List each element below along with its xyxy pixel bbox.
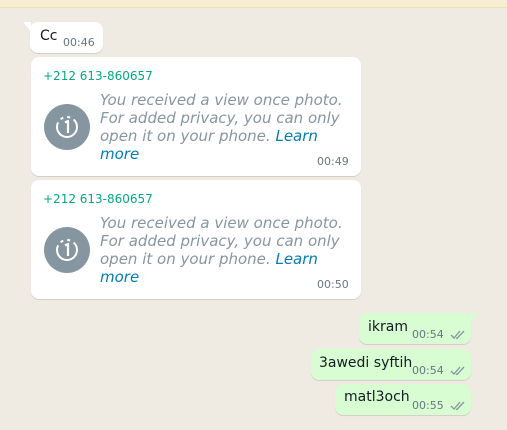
- message-text: 3awedi syftih: [319, 355, 413, 371]
- message-bubble-view-once[interactable]: +212 613-860657 You received a view once…: [31, 57, 361, 176]
- message-text: Cc: [40, 28, 58, 44]
- message-time: 00:50: [317, 278, 349, 291]
- sender-phone-number[interactable]: +212 613-860657: [43, 69, 153, 83]
- message-bubble-outgoing[interactable]: 3awedi syftih 00:54: [311, 349, 471, 380]
- view-once-line: open it on your phone. Learn: [100, 127, 350, 145]
- sender-phone-number[interactable]: +212 613-860657: [43, 192, 153, 206]
- view-once-notice: You received a view once photo. For adde…: [100, 214, 350, 286]
- message-text: matl3och: [344, 389, 410, 405]
- view-once-line: You received a view once photo.: [100, 91, 343, 109]
- double-check-icon: [450, 330, 465, 340]
- message-time: 00:54: [412, 328, 444, 341]
- top-banner-edge: [0, 0, 507, 8]
- view-once-notice: You received a view once photo. For adde…: [100, 91, 350, 163]
- learn-more-link-continued[interactable]: more: [100, 268, 350, 286]
- learn-more-link-continued[interactable]: more: [100, 145, 350, 163]
- message-time: 00:46: [63, 36, 95, 49]
- view-once-line: You received a view once photo.: [100, 214, 343, 232]
- message-bubble-incoming[interactable]: Cc 00:46: [23, 22, 103, 53]
- view-once-line: For added privacy, you can only: [100, 232, 340, 250]
- view-once-icon[interactable]: [44, 104, 90, 150]
- double-check-icon: [450, 366, 465, 376]
- message-time: 00:54: [412, 364, 444, 377]
- view-once-line-text: open it on your phone.: [100, 127, 271, 145]
- message-time: 00:55: [412, 399, 444, 412]
- learn-more-link[interactable]: Learn: [275, 127, 317, 145]
- view-once-line-text: open it on your phone.: [100, 250, 271, 268]
- message-text: ikram: [368, 319, 408, 335]
- bubble-tail: [470, 313, 478, 323]
- bubble-tail: [23, 22, 31, 32]
- view-once-line: For added privacy, you can only: [100, 109, 340, 127]
- double-check-icon: [450, 401, 465, 411]
- learn-more-link[interactable]: Learn: [275, 250, 317, 268]
- view-once-icon[interactable]: [44, 227, 90, 273]
- message-time: 00:49: [317, 155, 349, 168]
- message-bubble-view-once[interactable]: +212 613-860657 You received a view once…: [31, 180, 361, 299]
- view-once-line: open it on your phone. Learn: [100, 250, 350, 268]
- message-bubble-outgoing[interactable]: ikram 00:54: [359, 313, 478, 344]
- message-bubble-outgoing[interactable]: matl3och 00:55: [335, 384, 471, 415]
